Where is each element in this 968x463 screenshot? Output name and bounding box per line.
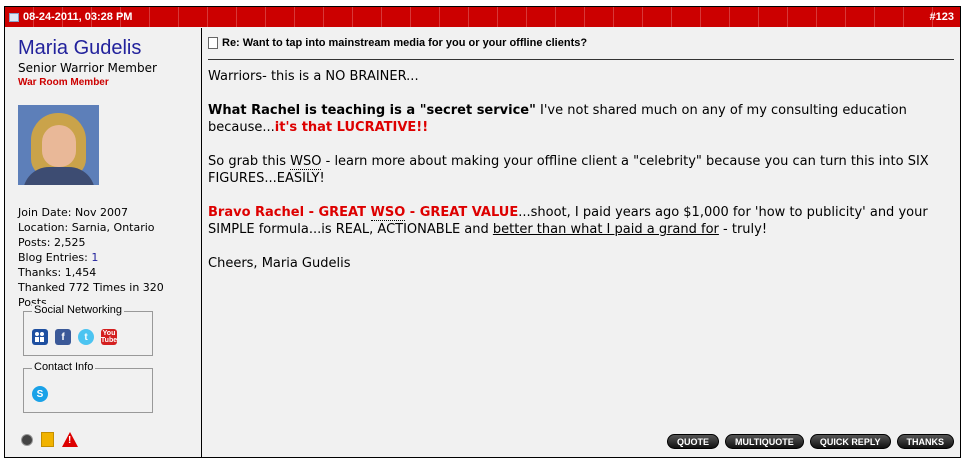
user-stats: Join Date: Nov 2007 Location: Sarnia, On… (18, 205, 193, 310)
wso-abbr[interactable]: WSO (290, 154, 322, 170)
message-underline: better than what I paid a grand for (492, 222, 719, 237)
yellow-card-icon[interactable] (41, 432, 54, 447)
post-body: Re: Want to tap into mainstream media fo… (202, 28, 960, 457)
post-header: 08-24-2011, 03:28 PM #123 (5, 7, 960, 27)
skype-icon[interactable]: S (32, 386, 48, 402)
facebook-icon[interactable]: f (55, 329, 71, 345)
post-title-row: Re: Want to tap into mainstream media fo… (208, 37, 587, 49)
forum-post: 08-24-2011, 03:28 PM #123 Maria Gudelis … (4, 6, 961, 458)
post-date-text: 08-24-2011, 03:28 PM (23, 11, 133, 23)
message-paragraph: What Rachel is teaching is a "secret ser… (208, 102, 948, 136)
youtube-icon-top: You (102, 330, 116, 337)
post-count: Posts: 2,525 (18, 236, 86, 249)
post-actions: QUOTE MULTIQUOTE QUICK REPLY THANKS (666, 434, 954, 449)
message-bold: What Rachel is teaching is a "secret ser… (208, 103, 536, 118)
message-red: - GREAT VALUE (405, 205, 519, 220)
location: Location: Sarnia, Ontario (18, 221, 155, 234)
user-title: Senior Warrior Member (18, 61, 157, 75)
user-sidebar: Maria Gudelis Senior Warrior Member War … (5, 28, 202, 457)
message-red: it's that LUCRATIVE!! (274, 120, 429, 135)
quick-reply-button[interactable]: QUICK REPLY (809, 434, 891, 449)
youtube-icon-bottom: Tube (100, 337, 118, 344)
wso-abbr[interactable]: WSO (370, 205, 406, 221)
blog-entries: Blog Entries: 1 (18, 250, 193, 265)
blog-entries-link[interactable]: 1 (91, 251, 98, 264)
message-red: Bravo Rachel - GREAT (208, 205, 371, 220)
username-link[interactable]: Maria Gudelis (18, 37, 141, 60)
thanks-count: Thanks: 1,454 (18, 266, 97, 279)
message-text: So grab this (208, 154, 291, 169)
myspace-icon[interactable] (32, 329, 48, 345)
youtube-icon[interactable]: You Tube (101, 329, 117, 345)
avatar-face (42, 125, 76, 167)
post-title: Re: Want to tap into mainstream media fo… (222, 37, 588, 49)
online-status-icon (21, 433, 33, 446)
message-paragraph: Cheers, Maria Gudelis (208, 256, 351, 271)
document-icon (208, 37, 218, 49)
post-number-link[interactable]: #123 (930, 11, 954, 23)
join-date: Join Date: Nov 2007 (18, 206, 128, 219)
user-rank: War Room Member (18, 77, 109, 88)
message-text: - truly! (718, 222, 768, 237)
message-paragraph: So grab this WSO - learn more about maki… (208, 153, 948, 187)
avatar[interactable] (18, 105, 99, 185)
status-icons (21, 432, 78, 447)
message-paragraph: Warriors- this is a NO BRAINER... (208, 69, 419, 84)
report-icon[interactable] (62, 432, 78, 447)
contact-info-box: Contact Info S (23, 361, 153, 413)
post-date: 08-24-2011, 03:28 PM (9, 11, 132, 23)
post-icon (9, 12, 19, 22)
thanks-button[interactable]: THANKS (896, 434, 954, 449)
message-paragraph: Bravo Rachel - GREAT WSO - GREAT VALUE..… (208, 204, 948, 238)
multiquote-button[interactable]: MULTIQUOTE (724, 434, 804, 449)
social-networking-label: Social Networking (32, 304, 125, 316)
twitter-icon[interactable]: t (78, 329, 94, 345)
social-networking-box: Social Networking f t You Tube (23, 304, 153, 356)
title-divider (208, 59, 954, 60)
post-message: Warriors- this is a NO BRAINER... What R… (208, 68, 948, 289)
quote-button[interactable]: QUOTE (666, 434, 719, 449)
contact-info-label: Contact Info (32, 361, 96, 373)
blog-entries-label: Blog Entries: (18, 251, 92, 264)
